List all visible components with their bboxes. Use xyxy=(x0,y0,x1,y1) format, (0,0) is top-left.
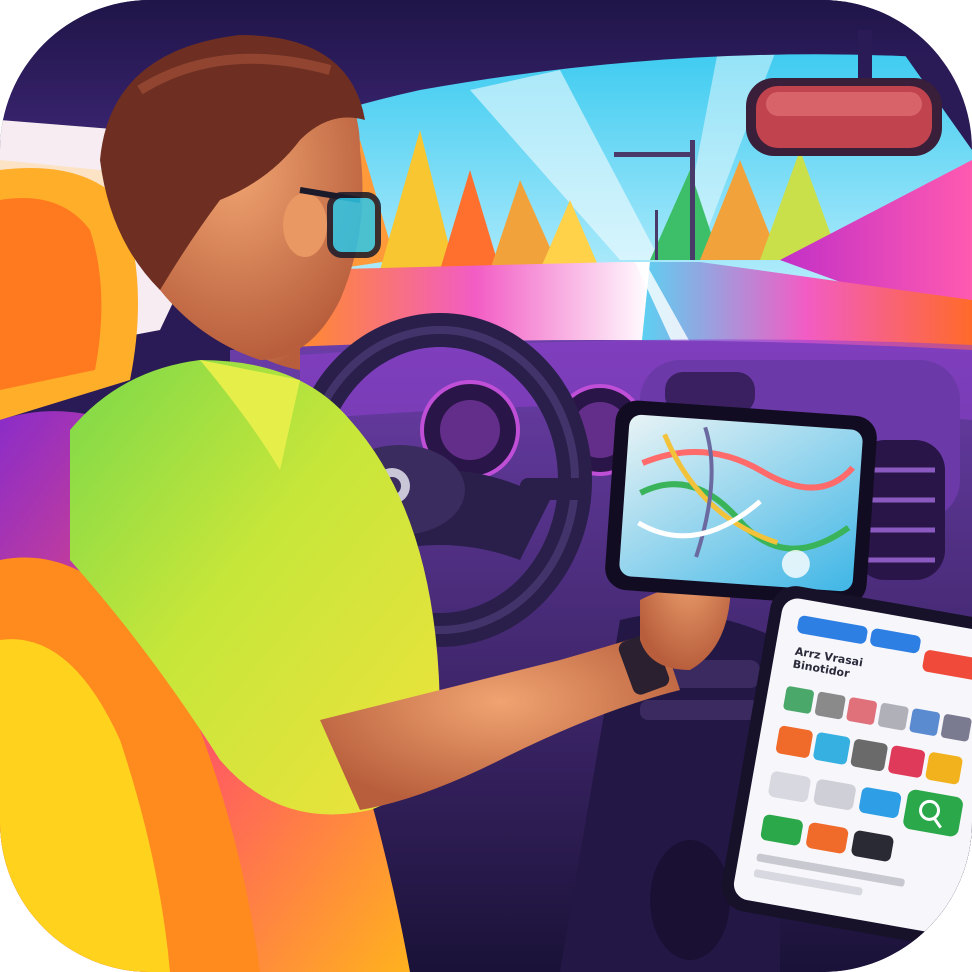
car-interior-illustration: Arrz Vrasai Binotidor xyxy=(0,0,972,972)
navigation-map[interactable] xyxy=(619,414,864,592)
navigation-tablet[interactable] xyxy=(604,399,879,607)
illustration-frame: Arrz Vrasai Binotidor xyxy=(0,0,972,972)
